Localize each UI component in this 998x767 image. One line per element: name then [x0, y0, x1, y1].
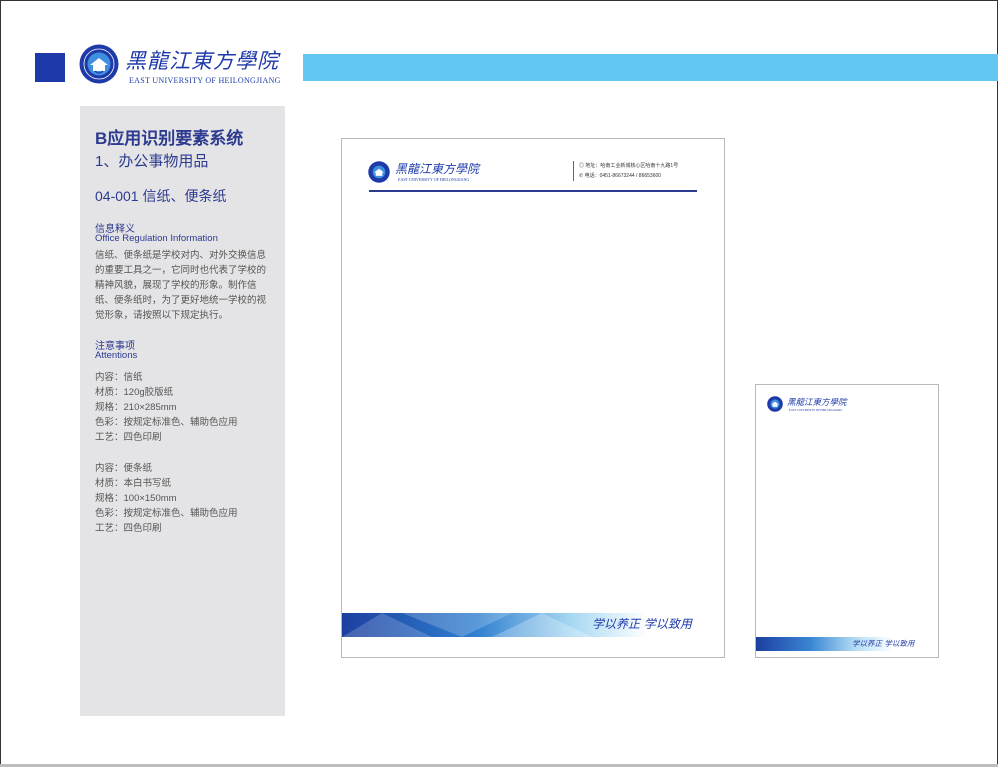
spec-line: 工艺：四色印刷	[95, 523, 162, 534]
address-text: 地址：哈南工业新城核心区哈南十九路1号	[585, 163, 679, 169]
school-logo: 黑龍江東方學院 EAST UNIVERSITY OF HEILONGJIANG	[79, 44, 289, 89]
spec-sidebar: B应用识别要素系统 1、办公事物用品 04-001 信纸、便条纸 信息释义 Of…	[80, 106, 285, 716]
letter-school-name-en: EAST UNIVERSITY OF HEILONGJIANG	[398, 177, 470, 182]
note-school-name-en: EAST UNIVERSITY OF HEILONGJIANG	[789, 408, 843, 412]
spec-line: 规格：210×285mm	[95, 402, 177, 413]
section-title: 1、办公事物用品	[95, 153, 209, 170]
spec-line: 规格：100×150mm	[95, 493, 177, 504]
header-bar	[303, 54, 998, 81]
spec-line: 色彩：按规定标准色、辅助色应用	[95, 417, 238, 428]
letterhead-rule	[369, 190, 697, 192]
brand-square	[35, 53, 65, 82]
note-school-name-cn: 黑龍江東方學院	[787, 398, 847, 408]
spec-line: 色彩：按规定标准色、辅助色应用	[95, 508, 238, 519]
letter-motto: 学以养正 学以致用	[592, 617, 692, 631]
school-name-en: EAST UNIVERSITY OF HEILONGJIANG	[129, 76, 281, 85]
note-motto: 学以养正 学以致用	[852, 639, 915, 648]
contact-divider	[573, 161, 574, 181]
spec-line: 内容：便条纸	[95, 463, 153, 474]
school-name-cn: 黑龍江東方學院	[125, 49, 279, 73]
letter-contact: ◎ 地址：哈南工业新城核心区哈南十九路1号 ✆ 电话：0451-86673244…	[579, 161, 678, 181]
letter-paper-mockup: 黑龍江東方學院 EAST UNIVERSITY OF HEILONGJIANG …	[341, 138, 725, 658]
attention-heading-en: Attentions	[95, 350, 138, 361]
location-icon: ◎	[579, 163, 585, 169]
page-title: B应用识别要素系统	[95, 129, 244, 148]
phone-text: 电话：0451-86673244 / 86653600	[584, 173, 662, 179]
spec-line: 内容：信纸	[95, 372, 143, 383]
info-body: 信纸、便条纸是学校对内、对外交换信息的重要工具之一，它同时也代表了学校的精神风貌…	[95, 250, 267, 321]
university-emblem-icon	[79, 44, 119, 84]
item-code: 04-001 信纸、便条纸	[95, 188, 227, 204]
university-emblem-icon	[368, 161, 390, 183]
phone-icon: ✆	[579, 173, 584, 179]
spec-line: 工艺：四色印刷	[95, 432, 162, 443]
university-emblem-icon	[767, 396, 783, 412]
note-paper-mockup: 黑龍江東方學院 EAST UNIVERSITY OF HEILONGJIANG …	[755, 384, 939, 658]
spec-line: 材质：本白书写纸	[95, 478, 172, 489]
letter-school-name-cn: 黑龍江東方學院	[395, 162, 480, 176]
spec-line: 材质：120g胶版纸	[95, 387, 174, 398]
info-heading-en: Office Regulation Information	[95, 233, 218, 244]
